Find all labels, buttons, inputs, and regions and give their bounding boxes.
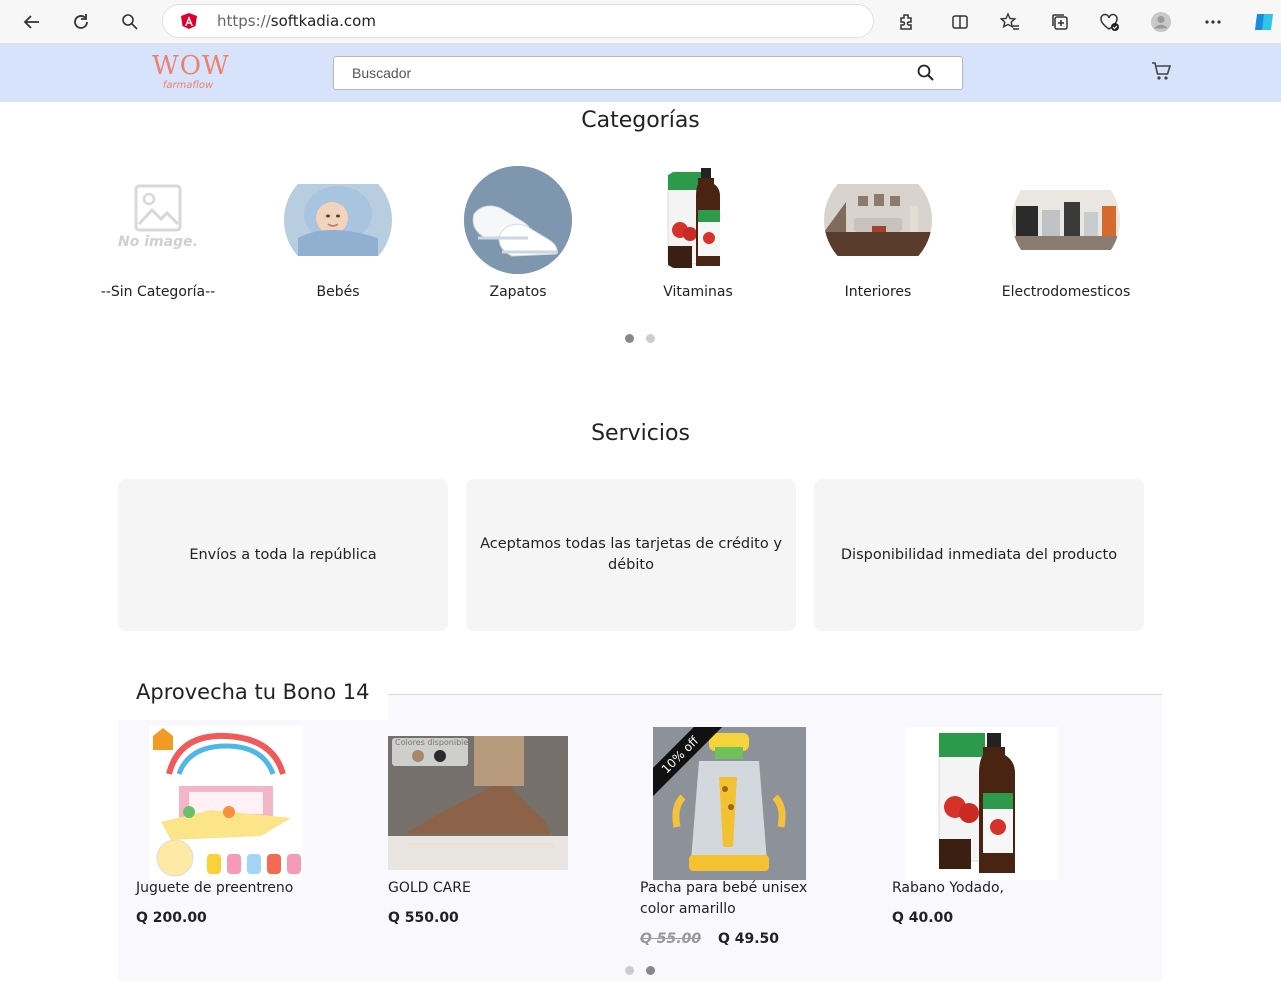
- promo-pager: [625, 966, 655, 975]
- category-image: [644, 166, 752, 274]
- profile-avatar-icon[interactable]: [1147, 8, 1175, 36]
- product-name[interactable]: Rabano Yodado,: [892, 878, 1004, 899]
- category-vitaminas[interactable]: Vitaminas: [623, 166, 773, 303]
- product-price: Q 49.50: [717, 931, 779, 947]
- search-box: [333, 56, 963, 90]
- service-text: Envíos a toda la república: [189, 546, 377, 563]
- logo[interactable]: WOW farmaflow: [152, 51, 230, 96]
- service-card-tarjetas: Aceptamos todas las tarjetas de crédito …: [466, 479, 796, 631]
- health-icon[interactable]: [1096, 8, 1124, 36]
- product-price-group: Q 55.00 Q 49.50: [640, 931, 779, 947]
- pager-dot-1[interactable]: [625, 334, 634, 343]
- copilot-icon[interactable]: [1250, 8, 1278, 36]
- category-label: Electrodomesticos: [1001, 284, 1131, 300]
- categories-title: Categorías: [581, 108, 700, 133]
- service-card-disponibilidad: Disponibilidad inmediata del producto: [814, 479, 1144, 631]
- category-electrodomesticos[interactable]: Electrodomesticos: [991, 166, 1141, 303]
- category-sin-categoria[interactable]: No image. --Sin Categoría--: [83, 166, 233, 303]
- no-image-text: No image.: [118, 234, 198, 250]
- category-label: Zapatos: [489, 284, 547, 300]
- pager-dot-2[interactable]: [646, 966, 655, 975]
- category-image: [284, 166, 392, 274]
- product-price: Q 40.00: [892, 910, 954, 926]
- refresh-icon[interactable]: [67, 8, 95, 36]
- pager-dot-1[interactable]: [625, 966, 634, 975]
- promo-title: Aprovecha tu Bono 14: [136, 680, 370, 704]
- site-favicon-icon: [179, 11, 199, 31]
- product-image[interactable]: Colores disponibles: [388, 736, 568, 870]
- category-image: [1012, 166, 1120, 274]
- category-label: --Sin Categoría--: [100, 284, 216, 300]
- back-icon[interactable]: [18, 8, 46, 36]
- cart-icon[interactable]: [1150, 60, 1172, 82]
- search-icon[interactable]: [116, 8, 144, 36]
- product-image-label: Colores disponibles: [395, 738, 473, 747]
- search-input[interactable]: [334, 57, 904, 89]
- product-image[interactable]: 10% off: [653, 727, 806, 880]
- product-price: Q 200.00: [136, 910, 207, 926]
- pager-dot-2[interactable]: [646, 334, 655, 343]
- collections-icon[interactable]: [1046, 8, 1074, 36]
- logo-sub: farmaflow: [162, 80, 214, 91]
- product-image[interactable]: [149, 726, 303, 880]
- service-card-envios: Envíos a toda la república: [118, 479, 448, 631]
- product-name[interactable]: Juguete de preentreno: [136, 878, 293, 899]
- category-interiores[interactable]: Interiores: [803, 166, 953, 303]
- split-screen-icon[interactable]: [946, 8, 974, 36]
- category-label: Vitaminas: [663, 284, 733, 300]
- browser-toolbar: https://softkadia.com: [0, 0, 1281, 44]
- category-label: Bebés: [316, 284, 360, 300]
- service-text: Disponibilidad inmediata del producto: [840, 546, 1118, 563]
- service-text: Aceptamos todas las tarjetas de crédito …: [480, 536, 782, 573]
- url-text: https://softkadia.com: [217, 12, 376, 30]
- site-header: WOW farmaflow: [0, 44, 1281, 102]
- categories-pager: [625, 334, 655, 343]
- search-icon[interactable]: [916, 63, 936, 83]
- services-title: Servicios: [591, 421, 690, 446]
- category-bebes[interactable]: Bebés: [263, 166, 413, 303]
- product-price: Q 550.00: [388, 910, 459, 926]
- extensions-icon[interactable]: [892, 8, 920, 36]
- category-image: [824, 166, 932, 274]
- address-bar[interactable]: https://softkadia.com: [162, 4, 874, 38]
- category-zapatos[interactable]: Zapatos: [443, 166, 593, 303]
- product-name[interactable]: Pacha para bebé unisex color amarillo: [640, 878, 840, 920]
- favorites-icon[interactable]: [996, 8, 1024, 36]
- promo-divider: [388, 694, 1162, 695]
- more-menu-icon[interactable]: [1199, 8, 1227, 36]
- product-image[interactable]: [905, 727, 1058, 880]
- category-label: Interiores: [844, 284, 912, 300]
- product-name[interactable]: GOLD CARE: [388, 878, 471, 899]
- product-old-price: Q 55.00: [640, 931, 702, 947]
- category-image: [464, 166, 572, 274]
- logo-main: WOW: [152, 51, 230, 81]
- no-image-placeholder: No image.: [104, 166, 212, 274]
